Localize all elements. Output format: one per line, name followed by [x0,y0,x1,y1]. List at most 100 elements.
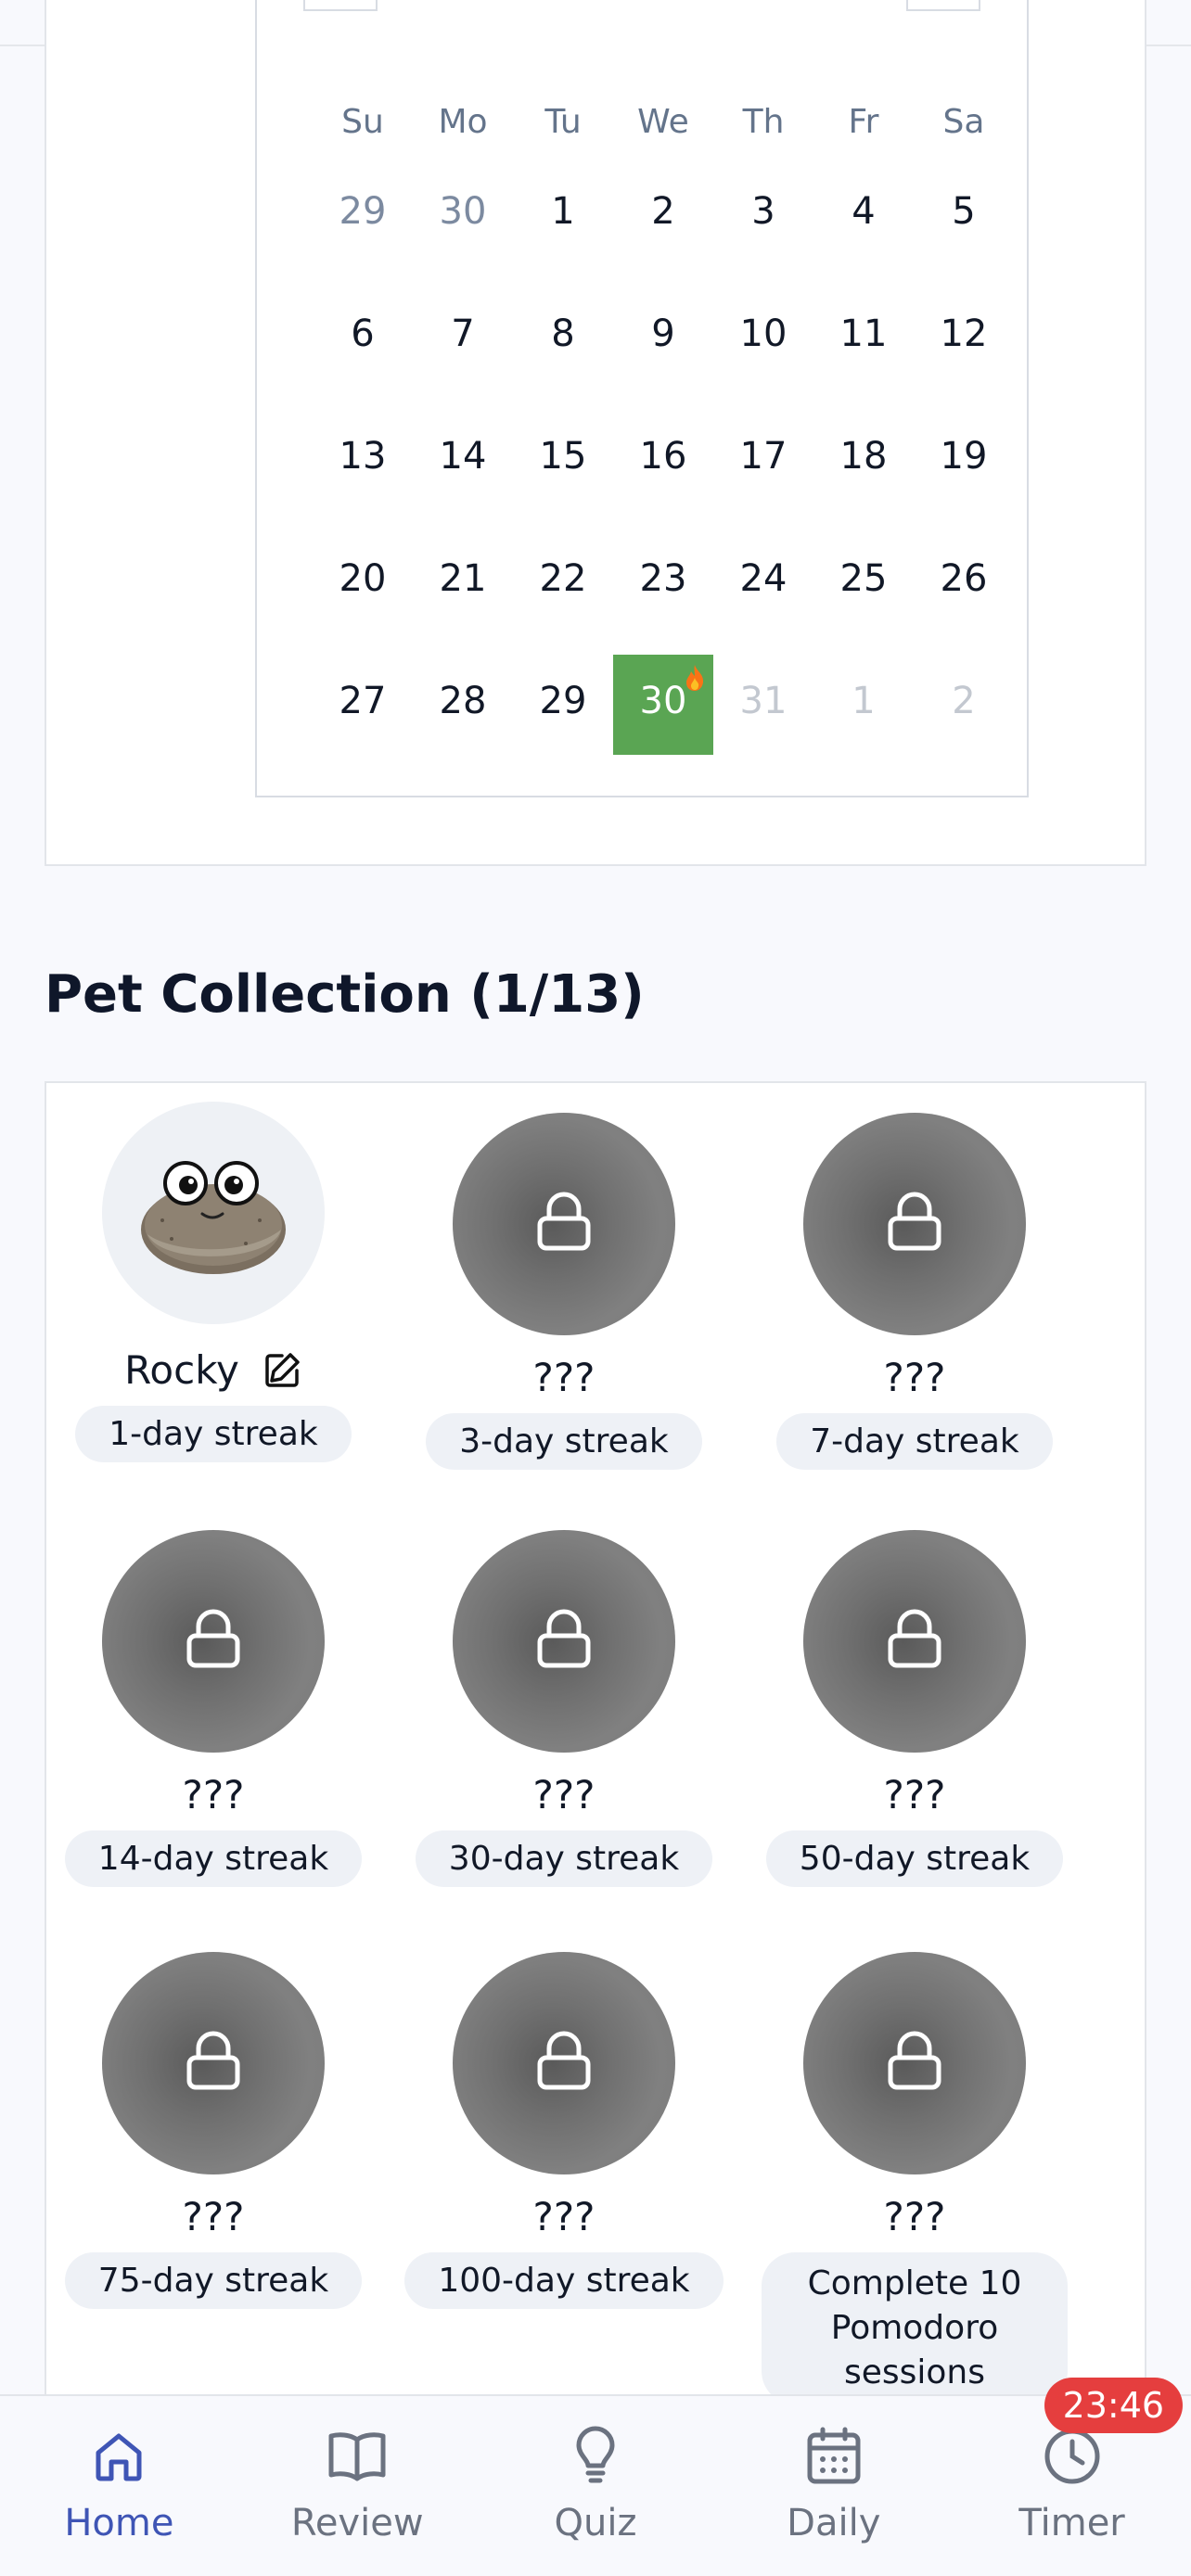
calendar-day-number: 10 [739,312,788,355]
weekday-header: Tu [544,102,582,141]
locked-pet-avatar[interactable] [803,1113,1026,1335]
calendar-day[interactable]: 15 [513,395,613,517]
edit-name-icon[interactable] [262,1350,302,1391]
lightbulb-icon [570,2424,621,2489]
calendar-day[interactable]: 26 [914,517,1014,640]
pet-name: ??? [182,1772,245,1817]
pet-item-locked[interactable]: ??? Complete 10 Pomodoro sessions [748,1952,1082,2404]
unlock-requirement-badge: 14-day streak [64,1830,363,1887]
calendar-day-number: 27 [339,680,387,722]
pet-item-rocky[interactable]: Rocky 1-day streak [46,1102,380,1462]
calendar-day-number: 2 [651,190,675,233]
calendar-day[interactable]: 12 [914,273,1014,395]
calendar-day[interactable]: 3 [713,150,813,273]
pet-name: ??? [182,2194,245,2239]
nav-quiz[interactable]: Quiz [477,2396,715,2576]
calendar-grid: Su Mo Tu We Th Fr Sa 29 30 1 2 3 4 5 6 7 8 9 10 11 12 13 14 15 1… [313,93,1014,762]
locked-pet-avatar[interactable] [453,1952,675,2174]
unlock-requirement-badge: 50-day streak [765,1830,1064,1887]
nav-timer[interactable]: Timer 23:46 [953,2378,1191,2576]
lock-icon [534,1608,594,1675]
pet-item-locked[interactable]: ??? 50-day streak [748,1530,1082,1887]
calendar-day-number: 13 [339,435,387,478]
calendar-day-number: 22 [539,557,587,600]
unlock-requirement-badge: 1-day streak [75,1406,352,1462]
calendar-day-number: 4 [852,190,876,233]
calendar-day[interactable]: 6 [313,273,413,395]
pet-item-locked[interactable]: ??? 14-day streak [46,1530,380,1887]
locked-pet-avatar[interactable] [453,1530,675,1753]
calendar-day-number: 5 [952,190,976,233]
streak-calendar-card: Su Mo Tu We Th Fr Sa 29 30 1 2 3 4 5 6 7 8 9 10 11 12 13 14 15 1… [45,0,1146,866]
calendar-day[interactable]: 10 [713,273,813,395]
unlock-requirement-badge: 100-day streak [404,2252,724,2309]
nav-label: Daily [787,2502,881,2544]
locked-pet-avatar[interactable] [453,1113,675,1335]
calendar-day[interactable]: 2 [613,150,713,273]
nav-label: Timer [1018,2502,1125,2544]
calendar-day[interactable]: 17 [713,395,813,517]
locked-pet-avatar[interactable] [803,1952,1026,2174]
calendar-day-number: 29 [339,190,387,233]
calendar-day-number: 17 [739,435,788,478]
lock-icon [534,2030,594,2097]
calendar-day[interactable]: 14 [413,395,513,517]
book-icon [326,2424,389,2489]
nav-home[interactable]: Home [0,2396,238,2576]
calendar-day[interactable]: 1 [813,640,914,762]
calendar-day[interactable]: 13 [313,395,413,517]
pet-name: Rocky [124,1347,239,1393]
calendar-day[interactable]: 2 [914,640,1014,762]
calendar-day-number: 12 [940,312,988,355]
calendar-day[interactable]: 28 [413,640,513,762]
pet-item-locked[interactable]: ??? 100-day streak [397,1952,731,2309]
calendar-day-today[interactable]: 30 [613,640,713,762]
calendar-day[interactable]: 25 [813,517,914,640]
calendar-day[interactable]: 11 [813,273,914,395]
nav-review[interactable]: Review [238,2396,477,2576]
calendar-day[interactable]: 16 [613,395,713,517]
calendar-day[interactable]: 21 [413,517,513,640]
calendar-day-number: 15 [539,435,587,478]
calendar-day[interactable]: 20 [313,517,413,640]
calendar-day-number: 11 [839,312,888,355]
pet-name: ??? [532,1355,596,1400]
calendar-day[interactable]: 23 [613,517,713,640]
next-month-button[interactable] [906,0,980,11]
weekday-header: Sa [942,102,985,141]
calendar-day-number: 30 [439,190,487,233]
calendar-day[interactable]: 27 [313,640,413,762]
calendar-day[interactable]: 31 [713,640,813,762]
unlock-requirement-badge: 30-day streak [415,1830,713,1887]
calendar-day[interactable]: 18 [813,395,914,517]
pet-item-locked[interactable]: ??? 30-day streak [397,1530,731,1887]
calendar-day[interactable]: 29 [313,150,413,273]
calendar-day[interactable]: 5 [914,150,1014,273]
calendar-day[interactable]: 22 [513,517,613,640]
pet-item-locked[interactable]: ??? 7-day streak [748,1113,1082,1470]
calendar-day[interactable]: 4 [813,150,914,273]
weekday-header: Su [341,102,384,141]
calendar-day[interactable]: 1 [513,150,613,273]
calendar-day-number: 20 [339,557,387,600]
calendar-day[interactable]: 8 [513,273,613,395]
calendar-day[interactable]: 9 [613,273,713,395]
calendar-day[interactable]: 7 [413,273,513,395]
locked-pet-avatar[interactable] [102,1952,325,2174]
pet-item-locked[interactable]: ??? 75-day streak [46,1952,380,2309]
nav-daily[interactable]: Daily [714,2396,953,2576]
pet-avatar[interactable] [102,1102,325,1324]
calendar-day[interactable]: 19 [914,395,1014,517]
nav-label: Home [64,2502,174,2544]
calendar-day[interactable]: 29 [513,640,613,762]
prev-month-button[interactable] [303,0,378,11]
calendar-day[interactable]: 24 [713,517,813,640]
pet-name: ??? [883,1355,946,1400]
bottom-navigation: Home Review Quiz Daily Timer 23:46 [0,2378,1191,2576]
calendar-day-number: 28 [439,680,487,722]
locked-pet-avatar[interactable] [803,1530,1026,1753]
calendar-day[interactable]: 30 [413,150,513,273]
pet-item-locked[interactable]: ??? 3-day streak [397,1113,731,1470]
pet-collection-title: Pet Collection (1/13) [45,964,645,1025]
locked-pet-avatar[interactable] [102,1530,325,1753]
